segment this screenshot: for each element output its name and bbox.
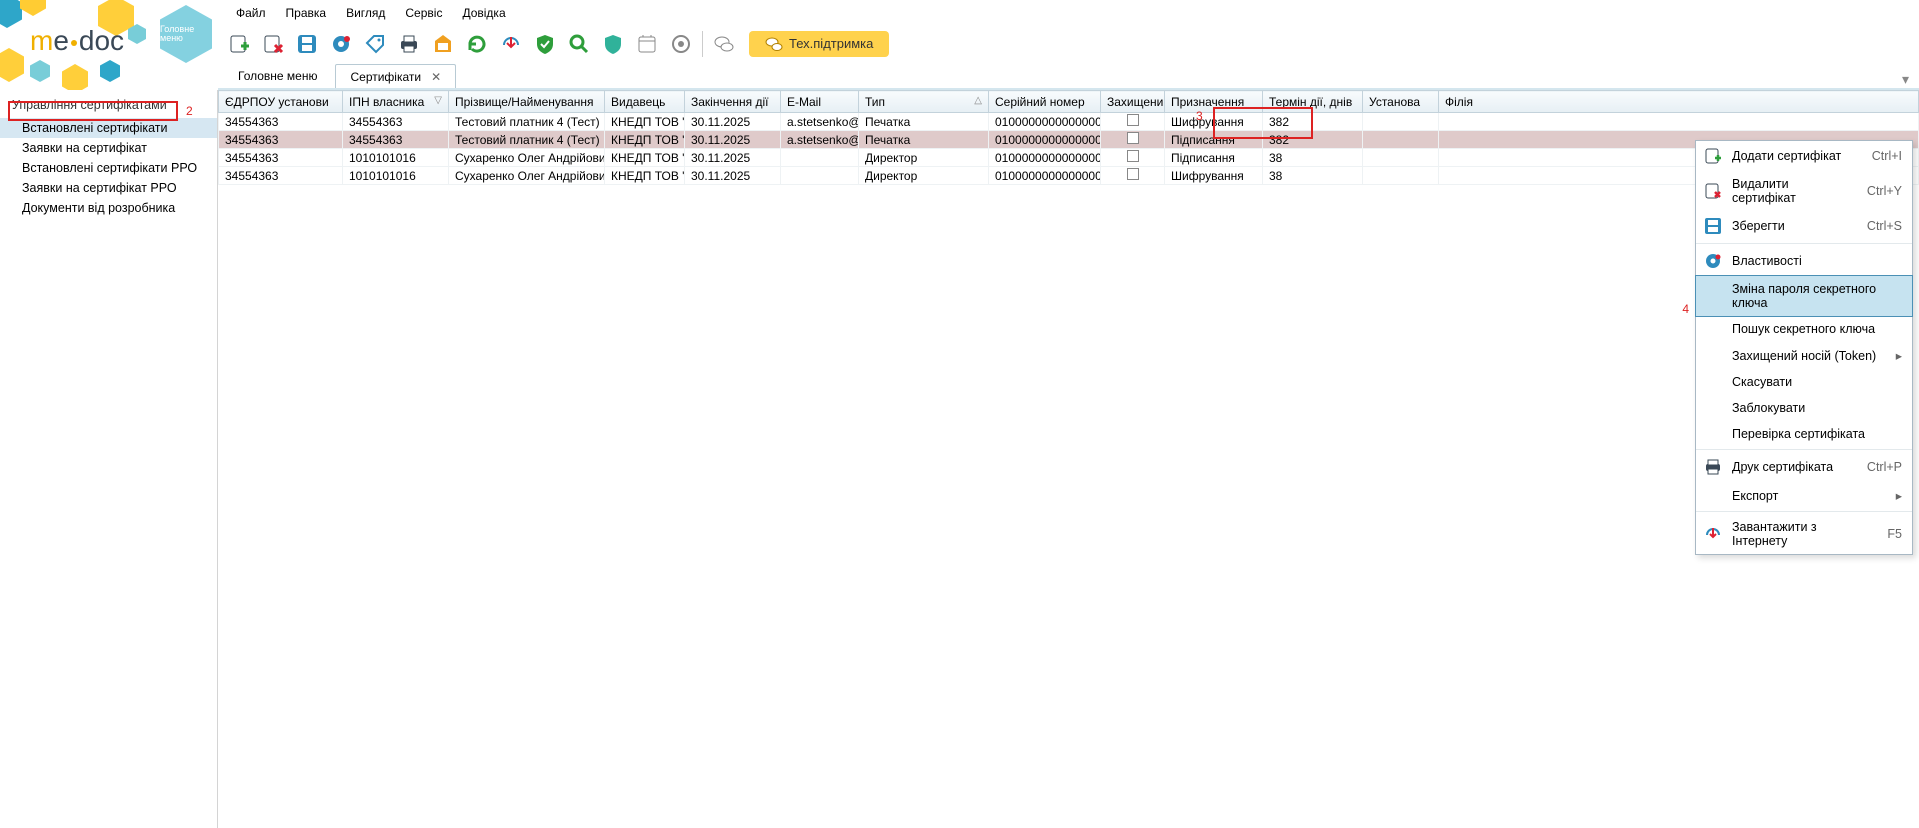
col-issuer: Видавець xyxy=(605,91,685,113)
col-expire: Закінчення дії xyxy=(685,91,781,113)
delete-icon xyxy=(1702,182,1724,200)
save-icon xyxy=(1702,217,1724,235)
sidebar-item-cert-requests[interactable]: Заявки на сертифікат xyxy=(0,138,217,158)
table-row[interactable]: 3455436334554363Тестовий платник 4 (Тест… xyxy=(219,113,1919,131)
sidebar-item-cert-requests-rro[interactable]: Заявки на сертифікат РРО xyxy=(0,178,217,198)
tb-verify-icon[interactable] xyxy=(530,29,560,59)
home-menu-button[interactable]: Головне меню xyxy=(160,5,212,63)
col-secure: Захищений носій xyxy=(1101,91,1165,113)
tb-print-icon[interactable] xyxy=(394,29,424,59)
sidebar-item-dev-docs[interactable]: Документи від розробника xyxy=(0,198,217,218)
tb-tag-icon[interactable] xyxy=(360,29,390,59)
checkbox-icon[interactable] xyxy=(1127,114,1139,126)
table-row[interactable]: 345543631010101016Сухаренко Олег Андрійо… xyxy=(219,167,1919,185)
ctx-del-cert[interactable]: Видалити сертифікатCtrl+Y xyxy=(1696,171,1912,211)
ctx-token-submenu[interactable]: Захищений носій (Token)▸ xyxy=(1696,342,1912,369)
sidebar-title: Управління сертифікатами xyxy=(0,94,217,118)
col-org: Установа xyxy=(1363,91,1439,113)
context-menu: Додати сертифікатCtrl+I Видалити сертифі… xyxy=(1695,140,1913,555)
menu-help[interactable]: Довідка xyxy=(454,4,513,22)
col-serial: Серійний номер xyxy=(989,91,1101,113)
tb-refresh-icon[interactable] xyxy=(462,29,492,59)
toolbar: Тех.підтримка xyxy=(218,23,1919,64)
col-purpose: Призначення xyxy=(1165,91,1263,113)
sidebar-item-installed-certs-rro[interactable]: Встановлені сертифікати РРО xyxy=(0,158,217,178)
ctx-print[interactable]: Друк сертифікатаCtrl+P xyxy=(1696,452,1912,482)
properties-icon xyxy=(1702,252,1724,270)
ctx-find-key[interactable]: Пошук секретного ключа xyxy=(1696,316,1912,342)
print-icon xyxy=(1702,458,1724,476)
close-icon[interactable]: ✕ xyxy=(431,70,441,84)
tab-bar: Головне меню Сертифікати✕ ▾ xyxy=(218,64,1919,90)
tb-download-icon[interactable] xyxy=(496,29,526,59)
tab-certificates[interactable]: Сертифікати✕ xyxy=(335,64,456,88)
ctx-change-key-password[interactable]: Зміна пароля секретного ключа xyxy=(1695,275,1913,317)
tb-gear-icon[interactable] xyxy=(666,29,696,59)
ctx-revoke[interactable]: Скасувати xyxy=(1696,369,1912,395)
checkbox-icon[interactable] xyxy=(1127,132,1139,144)
tb-calendar-icon[interactable] xyxy=(632,29,662,59)
col-branch: Філія xyxy=(1439,91,1919,113)
ctx-save[interactable]: ЗберегтиCtrl+S xyxy=(1696,211,1912,241)
menu-view[interactable]: Вигляд xyxy=(338,4,393,22)
tb-search-icon[interactable] xyxy=(564,29,594,59)
ctx-verify[interactable]: Перевірка сертифіката xyxy=(1696,421,1912,447)
ctx-add-cert[interactable]: Додати сертифікатCtrl+I xyxy=(1696,141,1912,171)
logo: medoc Головне меню xyxy=(0,0,218,90)
tb-delete-icon[interactable] xyxy=(258,29,288,59)
support-button[interactable]: Тех.підтримка xyxy=(749,31,889,57)
tab-main[interactable]: Головне меню xyxy=(222,64,333,88)
col-name: Прізвище/Найменування xyxy=(449,91,605,113)
ctx-download[interactable]: Завантажити з ІнтернетуF5 xyxy=(1696,514,1912,554)
menu-file[interactable]: Файл xyxy=(228,4,274,22)
ctx-block[interactable]: Заблокувати xyxy=(1696,395,1912,421)
grid-header[interactable]: ЄДРПОУ установи ІПН власника▽ Прізвище/Н… xyxy=(219,91,1919,113)
checkbox-icon[interactable] xyxy=(1127,150,1139,162)
tb-properties-icon[interactable] xyxy=(326,29,356,59)
tb-save-icon[interactable] xyxy=(292,29,322,59)
tabs-overflow-icon[interactable]: ▾ xyxy=(1892,71,1919,88)
add-icon xyxy=(1702,147,1724,165)
col-edrpou: ЄДРПОУ установи xyxy=(219,91,343,113)
support-button-label: Тех.підтримка xyxy=(789,36,873,51)
tb-shield2-icon[interactable] xyxy=(598,29,628,59)
sidebar: Управління сертифікатами Встановлені сер… xyxy=(0,90,218,828)
table-row[interactable]: 3455436334554363Тестовий платник 4 (Тест… xyxy=(219,131,1919,149)
table-row[interactable]: 345543631010101016Сухаренко Олег Андрійо… xyxy=(219,149,1919,167)
ctx-properties[interactable]: Властивості xyxy=(1696,246,1912,276)
col-type: Тип△ xyxy=(859,91,989,113)
menu-service[interactable]: Сервіс xyxy=(397,4,450,22)
cert-grid[interactable]: ЄДРПОУ установи ІПН власника▽ Прізвище/Н… xyxy=(218,90,1919,828)
col-email: E-Mail xyxy=(781,91,859,113)
sidebar-item-installed-certs[interactable]: Встановлені сертифікати xyxy=(0,118,217,138)
col-ipn: ІПН власника▽ xyxy=(343,91,449,113)
tb-chat-icon[interactable] xyxy=(709,29,739,59)
menu-edit[interactable]: Правка xyxy=(278,4,335,22)
tb-add-icon[interactable] xyxy=(224,29,254,59)
tb-export-icon[interactable] xyxy=(428,29,458,59)
main-menu: Файл Правка Вигляд Сервіс Довідка xyxy=(218,2,1919,23)
checkbox-icon[interactable] xyxy=(1127,168,1139,180)
download-icon xyxy=(1702,525,1724,543)
ctx-export-submenu[interactable]: Експорт▸ xyxy=(1696,482,1912,509)
col-days: Термін дії, днів xyxy=(1263,91,1363,113)
chat-icon xyxy=(765,35,783,53)
